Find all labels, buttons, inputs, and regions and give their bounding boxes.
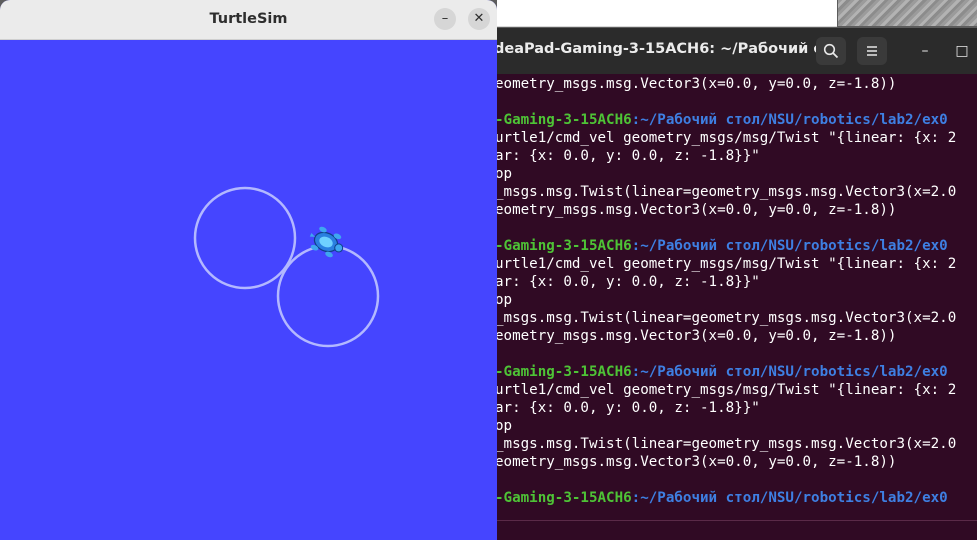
prompt-path: :~/Рабочий стол/NSU/robotics/lab2/ex0 <box>631 112 948 128</box>
terminal-line: op <box>495 292 513 308</box>
terminal-header-bar[interactable]: deaPad-Gaming-3-15ACH6: ~/Рабочий ст... … <box>470 28 977 74</box>
canvas-background <box>0 40 497 540</box>
terminal-line: _msgs.msg.Twist(linear=geometry_msgs.msg… <box>495 310 957 326</box>
turtlesim-titlebar[interactable]: TurtleSim – ✕ <box>0 0 497 40</box>
prompt-path: :~/Рабочий стол/NSU/robotics/lab2/ex0 <box>631 490 948 506</box>
terminal-line: _msgs.msg.Twist(linear=geometry_msgs.msg… <box>495 436 957 452</box>
hamburger-menu-icon <box>867 46 877 56</box>
terminal-line: eometry_msgs.msg.Vector3(x=0.0, y=0.0, z… <box>495 202 897 218</box>
terminal-line: ar: {x: 0.0, y: 0.0, z: -1.8}}" <box>495 274 760 290</box>
terminal-line: ar: {x: 0.0, y: 0.0, z: -1.8}}" <box>495 148 760 164</box>
terminal-line: urtle1/cmd_vel geometry_msgs/msg/Twist "… <box>495 382 957 398</box>
terminal-line: urtle1/cmd_vel geometry_msgs/msg/Twist "… <box>495 256 957 272</box>
prompt-host: -Gaming-3-15ACH6 <box>495 490 632 506</box>
terminal-line: urtle1/cmd_vel geometry_msgs/msg/Twist "… <box>495 130 957 146</box>
terminal-line: eometry_msgs.msg.Vector3(x=0.0, y=0.0, z… <box>495 454 897 470</box>
terminal-title: deaPad-Gaming-3-15ACH6: ~/Рабочий ст... <box>494 41 847 57</box>
terminal-minimize-button[interactable]: – <box>910 37 940 65</box>
background-window <box>497 0 837 27</box>
terminal-line: -Gaming-3-15ACH6:~/Рабочий стол/NSU/robo… <box>495 111 977 129</box>
terminal-line: eometry_msgs.msg.Vector3(x=0.0, y=0.0, z… <box>495 76 897 92</box>
prompt-path: :~/Рабочий стол/NSU/robotics/lab2/ex0 <box>631 238 948 254</box>
terminal-line: _msgs.msg.Twist(linear=geometry_msgs.msg… <box>495 184 957 200</box>
terminal-input-area[interactable] <box>470 520 977 540</box>
turtlesim-canvas <box>0 40 497 540</box>
turtlesim-window[interactable]: TurtleSim – ✕ <box>0 0 497 540</box>
terminal-output[interactable]: eometry_msgs.msg.Vector3(x=0.0, y=0.0, z… <box>495 75 977 515</box>
desktop-wallpaper <box>838 0 977 26</box>
turtlesim-title: TurtleSim <box>209 11 288 27</box>
terminal-line: -Gaming-3-15ACH6:~/Рабочий стол/NSU/robo… <box>495 363 977 381</box>
prompt-host: -Gaming-3-15ACH6 <box>495 238 632 254</box>
terminal-line: op <box>495 418 513 434</box>
terminal-line: ar: {x: 0.0, y: 0.0, z: -1.8}}" <box>495 400 760 416</box>
terminal-line: -Gaming-3-15ACH6:~/Рабочий стол/NSU/robo… <box>495 237 977 255</box>
terminal-line: eometry_msgs.msg.Vector3(x=0.0, y=0.0, z… <box>495 328 897 344</box>
turtlesim-minimize-button[interactable]: – <box>434 8 456 30</box>
prompt-path: :~/Рабочий стол/NSU/robotics/lab2/ex0 <box>631 364 948 380</box>
search-icon <box>823 43 839 59</box>
menu-button[interactable] <box>857 37 887 65</box>
terminal-maximize-button[interactable]: □ <box>947 37 977 65</box>
terminal-line: op <box>495 166 513 182</box>
prompt-host: -Gaming-3-15ACH6 <box>495 364 632 380</box>
prompt-host: -Gaming-3-15ACH6 <box>495 112 632 128</box>
search-button[interactable] <box>816 37 846 65</box>
terminal-line: -Gaming-3-15ACH6:~/Рабочий стол/NSU/robo… <box>495 489 977 507</box>
turtlesim-close-button[interactable]: ✕ <box>468 8 490 30</box>
terminal-window[interactable]: deaPad-Gaming-3-15ACH6: ~/Рабочий ст... … <box>470 28 977 540</box>
